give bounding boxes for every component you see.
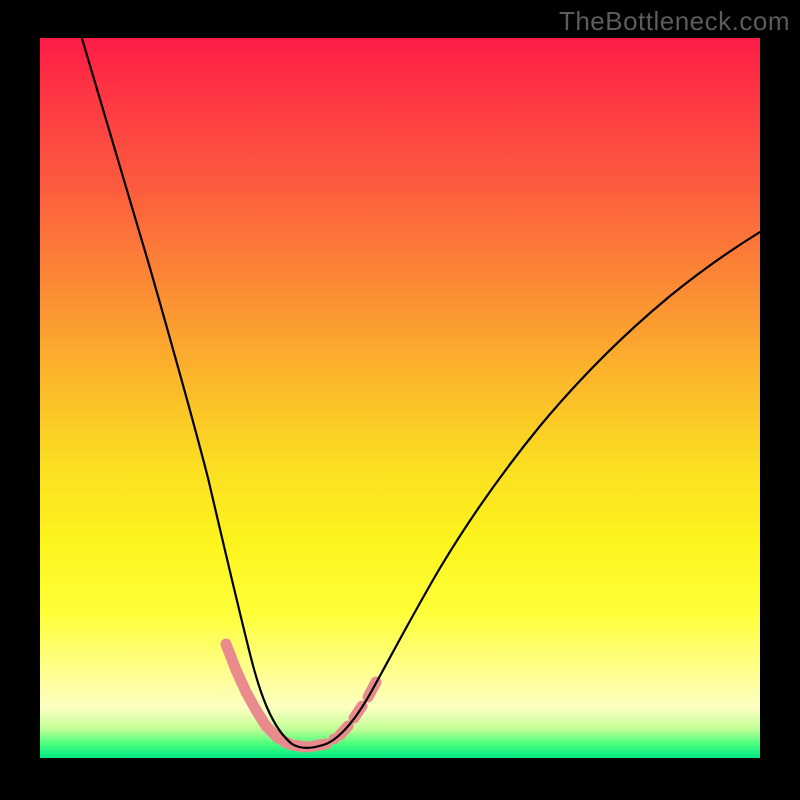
bottleneck-curve bbox=[70, 0, 760, 748]
highlight-segment-left bbox=[226, 644, 266, 726]
plot-area bbox=[40, 38, 760, 758]
curve-svg bbox=[40, 38, 760, 758]
watermark-text: TheBottleneck.com bbox=[559, 6, 790, 37]
chart-frame: TheBottleneck.com bbox=[0, 0, 800, 800]
